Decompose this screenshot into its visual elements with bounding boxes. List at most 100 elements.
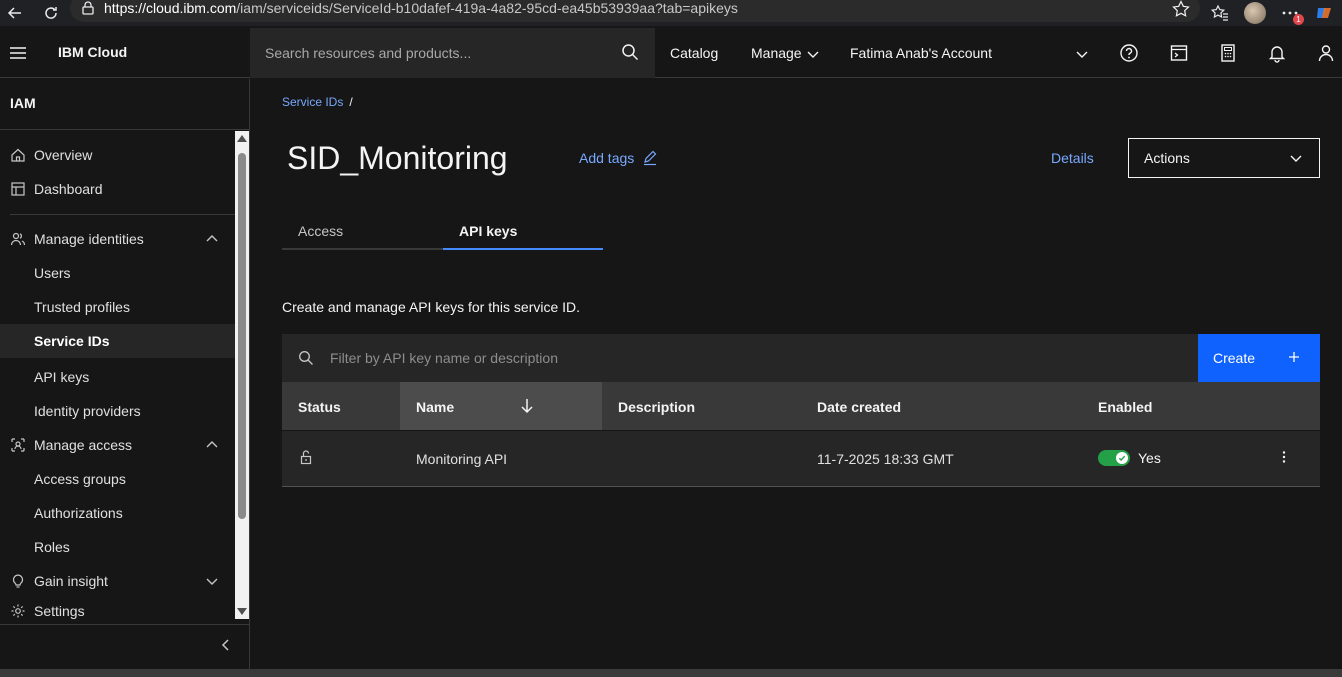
address-bar[interactable]: https://cloud.ibm.com/iam/serviceids/Ser… xyxy=(70,0,1200,22)
sidebar-item-settings[interactable]: Settings xyxy=(0,598,235,624)
tab-api-keys[interactable]: API keys xyxy=(443,212,603,250)
sidebar-item-label: Access groups xyxy=(34,471,126,487)
column-header-label: Name xyxy=(416,399,455,415)
page-title: SID_Monitoring xyxy=(287,140,508,176)
breadcrumb: Service IDs / xyxy=(282,95,353,109)
notifications-bell-icon[interactable] xyxy=(1267,43,1287,63)
breadcrumb-service-ids-link[interactable]: Service IDs xyxy=(282,95,343,109)
search-icon[interactable] xyxy=(621,43,639,61)
sidebar-item-manage-identities[interactable]: Manage identities xyxy=(0,222,235,256)
sidebar-item-dashboard[interactable]: Dashboard xyxy=(0,172,235,206)
account-switcher[interactable]: Fatima Anab's Account xyxy=(850,45,992,61)
global-search[interactable]: Search resources and products... xyxy=(250,28,655,78)
top-header: IBM Cloud Search resources and products.… xyxy=(0,28,1342,78)
window-bottom-edge xyxy=(0,669,1342,677)
column-header-status[interactable]: Status xyxy=(282,382,400,430)
sidebar-item-identity-providers[interactable]: Identity providers xyxy=(0,394,235,428)
lightbulb-icon xyxy=(10,573,26,589)
sidebar-item-manage-access[interactable]: Manage access xyxy=(0,428,235,462)
plus-icon xyxy=(1286,349,1302,365)
chevron-down-icon xyxy=(806,47,820,61)
sidebar-item-gain-insight[interactable]: Gain insight xyxy=(0,564,235,598)
sidebar-item-label: Manage identities xyxy=(34,231,144,247)
help-icon[interactable] xyxy=(1119,43,1139,63)
access-icon xyxy=(10,437,26,453)
column-header-name[interactable]: Name xyxy=(400,382,602,430)
sidebar-title: IAM xyxy=(10,95,36,111)
collapse-sidebar-chevron-icon[interactable] xyxy=(216,635,236,655)
sort-arrow-down-icon[interactable] xyxy=(518,397,536,415)
sidebar-item-label: Trusted profiles xyxy=(34,299,130,315)
brand-name[interactable]: IBM Cloud xyxy=(58,44,127,60)
sidebar-scrollbar[interactable] xyxy=(235,131,249,619)
sidebar-item-trusted-profiles[interactable]: Trusted profiles xyxy=(0,290,235,324)
sidebar-item-label: Manage access xyxy=(34,437,133,453)
table-header: Status Name Description Date created Ena… xyxy=(282,382,1320,430)
notification-badge: 1 xyxy=(1293,14,1304,25)
tab-access[interactable]: Access xyxy=(282,212,443,250)
catalog-link[interactable]: Catalog xyxy=(670,45,718,61)
checkmark-icon xyxy=(1116,452,1128,464)
chevron-down-icon xyxy=(1289,151,1303,165)
sidebar-item-authorizations[interactable]: Authorizations xyxy=(0,496,235,530)
sidebar-item-label: Authorizations xyxy=(34,505,123,521)
dashboard-icon xyxy=(10,181,26,197)
scrollbar-thumb[interactable] xyxy=(238,153,246,519)
sidebar-item-label: API keys xyxy=(34,369,90,385)
enabled-toggle[interactable] xyxy=(1098,450,1130,466)
user-profile-icon[interactable] xyxy=(1316,43,1336,63)
sidebar-divider xyxy=(0,624,250,625)
sidebar-item-label: Identity providers xyxy=(34,403,141,419)
sidebar-item-label: Settings xyxy=(34,603,85,619)
identities-icon xyxy=(10,231,26,247)
chevron-down-icon[interactable] xyxy=(1075,47,1089,61)
browser-toolbar: https://cloud.ibm.com/iam/serviceids/Ser… xyxy=(0,0,1342,26)
settings-gear-icon xyxy=(10,603,26,619)
manage-menu[interactable]: Manage xyxy=(751,45,802,61)
actions-dropdown[interactable]: Actions xyxy=(1128,138,1320,178)
column-header-description[interactable]: Description xyxy=(602,382,801,430)
filter-input[interactable]: Filter by API key name or description xyxy=(330,350,558,366)
menu-icon[interactable] xyxy=(8,43,28,63)
create-button[interactable]: Create xyxy=(1198,334,1320,382)
table-row[interactable]: Monitoring API 11-7-2025 18:33 GMT Yes xyxy=(282,431,1320,487)
add-tags-label: Add tags xyxy=(579,150,635,166)
profile-avatar[interactable] xyxy=(1244,2,1266,24)
overflow-menu-icon[interactable] xyxy=(1276,449,1292,465)
chevron-down-icon xyxy=(205,574,219,588)
site-info-icon[interactable] xyxy=(80,0,96,16)
more-options-icon[interactable]: 1 xyxy=(1280,3,1304,25)
sidebar-item-roles[interactable]: Roles xyxy=(0,530,235,564)
search-input[interactable]: Search resources and products... xyxy=(265,45,471,61)
cloud-shell-icon[interactable] xyxy=(1169,43,1189,63)
sidebar-item-service-ids[interactable]: Service IDs xyxy=(0,324,235,358)
api-key-date-created: 11-7-2025 18:33 GMT xyxy=(817,451,954,467)
sidebar-item-access-groups[interactable]: Access groups xyxy=(0,462,235,496)
section-description: Create and manage API keys for this serv… xyxy=(282,299,581,315)
url-text: https://cloud.ibm.com/iam/serviceids/Ser… xyxy=(104,0,738,16)
sidebar-item-label: Overview xyxy=(34,147,93,163)
actions-label: Actions xyxy=(1144,150,1190,166)
add-tags-button[interactable]: Add tags xyxy=(579,150,658,166)
scroll-up-arrow-icon[interactable] xyxy=(237,135,247,142)
sidebar-item-users[interactable]: Users xyxy=(0,256,235,290)
sidebar-item-api-keys[interactable]: API keys xyxy=(0,360,235,394)
scroll-down-arrow-icon[interactable] xyxy=(237,608,247,615)
sidebar-item-overview[interactable]: Overview xyxy=(0,138,235,172)
chevron-up-icon xyxy=(205,232,219,246)
refresh-icon[interactable] xyxy=(40,2,62,24)
column-header-enabled[interactable]: Enabled xyxy=(1082,382,1320,430)
search-icon xyxy=(298,350,314,366)
copilot-icon[interactable] xyxy=(1314,3,1334,23)
sidebar-divider xyxy=(0,129,250,130)
home-icon xyxy=(10,147,26,163)
cost-estimator-icon[interactable] xyxy=(1218,43,1238,63)
tab-list: Access API keys xyxy=(282,212,603,250)
back-arrow-icon[interactable] xyxy=(4,2,26,24)
favorite-star-icon[interactable] xyxy=(1172,0,1190,20)
chevron-up-icon xyxy=(205,438,219,452)
favorites-icon[interactable] xyxy=(1210,3,1230,23)
column-header-date-created[interactable]: Date created xyxy=(801,382,1082,430)
details-link[interactable]: Details xyxy=(1051,150,1094,166)
edit-pencil-icon xyxy=(642,150,658,166)
